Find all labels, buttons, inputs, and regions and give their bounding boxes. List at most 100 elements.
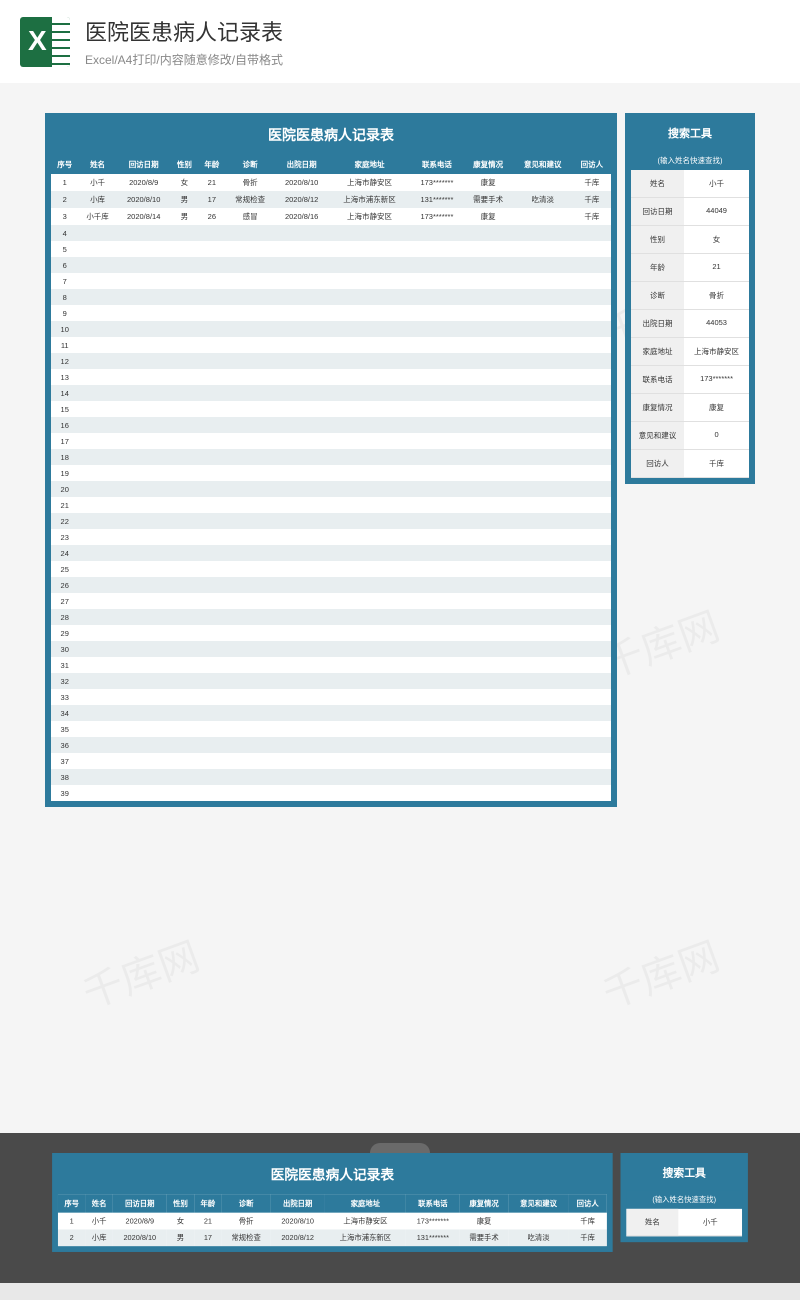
table-cell: 17	[51, 433, 78, 449]
search-hint: (输入姓名快速查找)	[631, 151, 749, 170]
table-cell	[117, 337, 171, 353]
table-cell: 20	[51, 481, 78, 497]
search-result-row: 姓名小千	[631, 170, 749, 198]
table-cell	[275, 785, 329, 801]
table-cell	[198, 353, 225, 369]
table-cell	[573, 609, 611, 625]
table-cell	[573, 417, 611, 433]
table-cell	[329, 769, 411, 785]
table-cell: 需要手术	[460, 1229, 509, 1246]
table-cell	[329, 433, 411, 449]
table-cell	[329, 545, 411, 561]
table-cell	[573, 737, 611, 753]
table-cell: 25	[51, 561, 78, 577]
table-cell	[329, 513, 411, 529]
table-cell	[410, 257, 463, 273]
table-cell	[410, 385, 463, 401]
table-cell	[78, 417, 116, 433]
table-cell	[275, 561, 329, 577]
table-cell	[171, 561, 198, 577]
search-result-row: 诊断骨折	[631, 282, 749, 310]
column-header: 回访人	[568, 1194, 606, 1213]
table-row: 27	[51, 593, 611, 609]
table-cell	[410, 449, 463, 465]
table-cell	[464, 753, 513, 769]
table-cell	[198, 385, 225, 401]
table-cell	[198, 497, 225, 513]
table-cell	[329, 785, 411, 801]
table-cell	[410, 273, 463, 289]
table-cell	[573, 481, 611, 497]
table-cell	[171, 625, 198, 641]
table-cell	[464, 561, 513, 577]
table-cell	[275, 433, 329, 449]
table-cell	[410, 433, 463, 449]
table-cell	[410, 497, 463, 513]
table-cell: 10	[51, 321, 78, 337]
table-cell: 13	[51, 369, 78, 385]
table-cell	[410, 337, 463, 353]
table-cell	[198, 721, 225, 737]
table-cell	[226, 769, 275, 785]
search-panel: 搜索工具 (输入姓名快速查找) 姓名小千回访日期44049性别女年龄21诊断骨折…	[625, 113, 755, 484]
table-cell: 173*******	[410, 174, 463, 191]
table-cell: 12	[51, 353, 78, 369]
table-cell: 21	[51, 497, 78, 513]
table-cell	[513, 737, 573, 753]
table-row: 15	[51, 401, 611, 417]
table-cell: 男	[171, 191, 198, 208]
table-cell	[513, 257, 573, 273]
field-label: 诊断	[631, 282, 684, 310]
table-cell	[198, 529, 225, 545]
table-cell: 骨折	[226, 174, 275, 191]
table-cell	[573, 513, 611, 529]
table-row: 22	[51, 513, 611, 529]
table-cell	[464, 641, 513, 657]
table-cell: 1	[51, 174, 78, 191]
table-row: 9	[51, 305, 611, 321]
table-cell: 女	[171, 174, 198, 191]
table-cell	[573, 465, 611, 481]
column-header: 联系电话	[406, 1194, 459, 1213]
table-cell: 29	[51, 625, 78, 641]
table-cell	[329, 705, 411, 721]
table-cell: 17	[194, 1229, 221, 1246]
table-cell: 康复	[460, 1213, 509, 1230]
table-cell	[226, 417, 275, 433]
table-cell: 上海市浦东新区	[325, 1229, 407, 1246]
table-cell	[464, 737, 513, 753]
table-row: 26	[51, 577, 611, 593]
table-cell: 39	[51, 785, 78, 801]
field-label: 意见和建议	[631, 422, 684, 450]
table-cell	[198, 417, 225, 433]
table-cell	[171, 305, 198, 321]
table-cell	[117, 529, 171, 545]
table-cell	[464, 657, 513, 673]
table-cell	[329, 625, 411, 641]
table-cell	[226, 577, 275, 593]
table-cell	[573, 305, 611, 321]
table-cell	[275, 593, 329, 609]
table-cell	[464, 545, 513, 561]
table-cell	[513, 481, 573, 497]
table-cell	[78, 497, 116, 513]
excel-icon	[20, 17, 70, 67]
table-cell	[329, 337, 411, 353]
table-cell	[117, 289, 171, 305]
table-cell	[78, 657, 116, 673]
table-cell	[275, 401, 329, 417]
table-cell	[78, 753, 116, 769]
table-cell	[226, 385, 275, 401]
table-cell	[226, 529, 275, 545]
table-cell	[78, 513, 116, 529]
table-cell	[78, 353, 116, 369]
table-cell	[410, 241, 463, 257]
table-cell	[226, 625, 275, 641]
table-cell	[78, 449, 116, 465]
search-result-row: 回访人千库	[631, 450, 749, 478]
table-cell	[513, 577, 573, 593]
table-cell: 7	[51, 273, 78, 289]
table-cell: 33	[51, 689, 78, 705]
table-cell	[275, 721, 329, 737]
table-cell: 31	[51, 657, 78, 673]
